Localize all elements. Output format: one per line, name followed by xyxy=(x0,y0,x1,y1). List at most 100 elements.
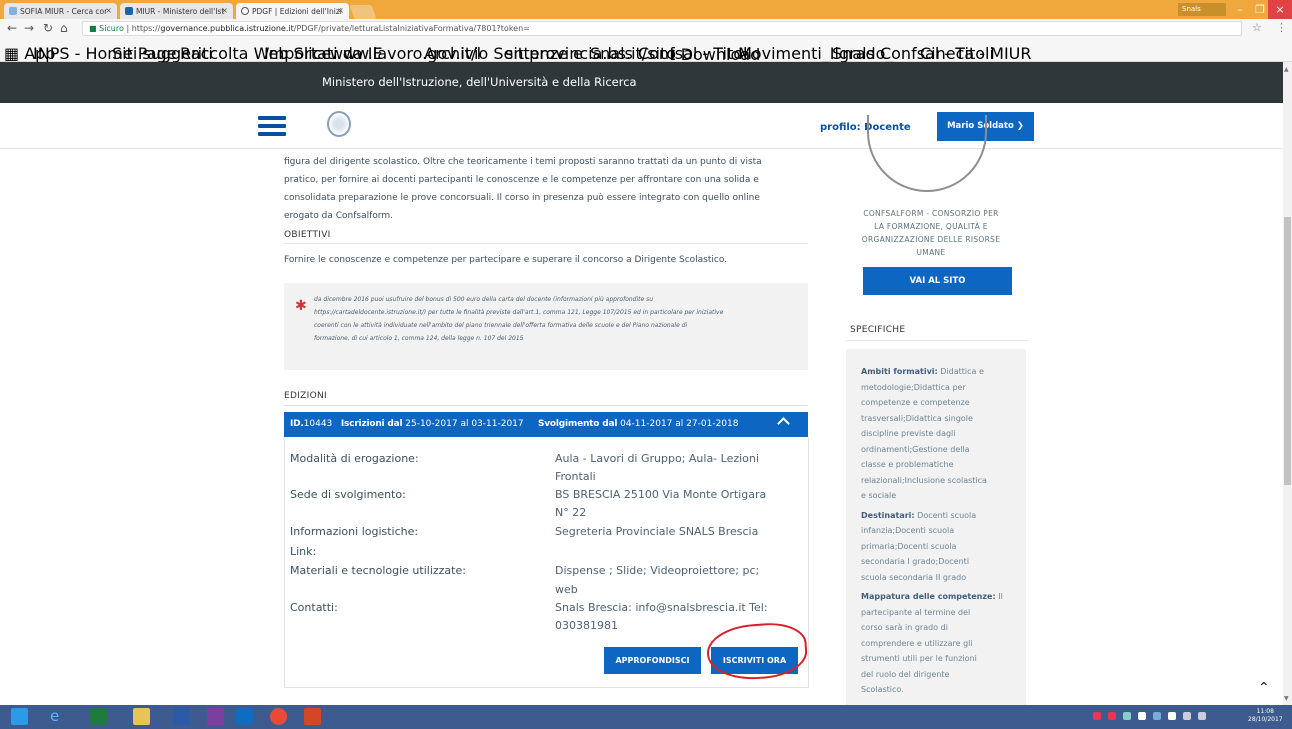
enrollment-to: 03-11-2017 xyxy=(471,419,524,429)
new-tab-button[interactable] xyxy=(349,5,377,19)
spec-label: Destinatari: xyxy=(861,510,915,520)
contacts-value[interactable]: Snals Brescia: info@snalsbrescia.it Tel: xyxy=(555,601,768,614)
chevron-down-icon: ❯ xyxy=(1013,121,1024,131)
browser-user-badge[interactable]: Snals xyxy=(1178,3,1226,16)
hamburger-menu-icon[interactable] xyxy=(258,116,286,136)
onenote-icon[interactable] xyxy=(207,708,224,725)
spec-line: secondaria I grado;Docenti xyxy=(861,557,969,566)
divider xyxy=(284,405,808,406)
home-icon[interactable]: ⌂ xyxy=(60,21,68,35)
word-icon[interactable] xyxy=(173,708,190,725)
file-explorer-icon[interactable] xyxy=(133,708,150,725)
apps-grid-icon: ▦ xyxy=(4,44,25,63)
spec-line: relazionali;Inclusione scolastica xyxy=(861,476,987,485)
close-tab-icon[interactable]: × xyxy=(105,6,112,15)
clock-time: 11:08 xyxy=(1256,708,1274,715)
browser-tab-miur[interactable]: MIUR - Ministero dell'Ist × xyxy=(120,3,233,19)
period-label: Svolgimento dal xyxy=(537,419,618,429)
description-line: figura del dirigente scolastico. Oltre c… xyxy=(284,157,762,167)
network-icon[interactable] xyxy=(1168,712,1176,720)
note-line-link[interactable]: https://cartadeldocente.istruzione.it/) … xyxy=(314,309,723,316)
spec-label: Mappatura delle competenze: xyxy=(861,592,996,601)
url-field[interactable]: ■ Sicuro | https://governance.pubblica.i… xyxy=(82,21,1242,36)
contacts-value: 030381981 xyxy=(555,619,618,632)
enrollment-from: 25-10-2017 xyxy=(405,419,458,429)
venue-value: N° 22 xyxy=(555,506,587,519)
excel-icon[interactable] xyxy=(90,708,107,725)
specs-heading: SPECIFICHE xyxy=(850,325,906,335)
tray-icon[interactable] xyxy=(1138,712,1146,720)
spec-text: trasversali;Didattica singole xyxy=(861,413,973,423)
outlook-icon[interactable] xyxy=(236,708,253,725)
spec-text: del ruolo del dirigente xyxy=(861,669,950,679)
republic-emblem-icon[interactable] xyxy=(327,111,351,137)
spec-text: Scolastico. xyxy=(861,685,904,694)
tray-icon[interactable] xyxy=(1153,712,1161,720)
scroll-up-icon[interactable]: ▲ xyxy=(1284,66,1289,73)
details-button[interactable]: APPROFONDISCI xyxy=(604,647,701,674)
tab-title: MIUR - Ministero dell'Ist xyxy=(136,7,225,16)
spec-text: comprendere e utilizzare gli xyxy=(861,638,973,648)
al-word: al xyxy=(460,419,469,429)
ministry-bar: Ministero dell'Istruzione, dell'Universi… xyxy=(0,62,1283,103)
tab-title: SOFIA MIUR - Cerca cor xyxy=(20,7,108,16)
contacts-label: Contatti: xyxy=(290,601,338,614)
back-arrow-icon[interactable]: ← xyxy=(7,21,17,35)
spec-line: Scolastico. xyxy=(861,685,904,694)
close-window-icon[interactable]: × xyxy=(1268,0,1292,19)
tray-icon[interactable] xyxy=(1108,712,1116,720)
scroll-down-icon[interactable]: ▼ xyxy=(1284,695,1289,702)
visit-site-button[interactable]: VAI AL SITO xyxy=(863,267,1012,295)
powerpoint-icon[interactable] xyxy=(304,708,321,725)
tray-icon[interactable] xyxy=(1123,712,1131,720)
flag-icon[interactable] xyxy=(1183,712,1191,720)
bookmark-star-icon[interactable]: ☆ xyxy=(1252,21,1262,34)
scrollbar-thumb[interactable] xyxy=(1284,217,1291,485)
note-line: coerenti con le attività individuate nel… xyxy=(314,322,688,329)
browser-menu-icon[interactable]: ⋮ xyxy=(1276,21,1287,34)
spec-line: corso sarà in grado di xyxy=(861,623,948,632)
back-to-top-icon[interactable]: ⌃ xyxy=(1258,680,1270,696)
spec-text: competenze e competenze xyxy=(861,398,970,407)
bookmark-item[interactable]: Cineca - MIUR xyxy=(920,44,1032,63)
spec-text: scuola secondaria II grado xyxy=(861,572,967,582)
sofia-favicon-icon xyxy=(9,7,17,15)
forward-arrow-icon[interactable]: → xyxy=(24,21,34,35)
url-scheme: https:// xyxy=(131,24,161,33)
note-line: formazione, di cui articolo 1, comma 124… xyxy=(314,335,524,342)
period-to: 27-01-2018 xyxy=(686,419,739,429)
spec-text: Didattica e xyxy=(937,367,984,376)
spec-text: primaria;Docenti scuola xyxy=(861,541,957,551)
browser-tab-sofia[interactable]: SOFIA MIUR - Cerca cor × xyxy=(4,3,117,19)
internet-explorer-icon[interactable]: e xyxy=(50,708,67,725)
enrollment-label: Iscrizioni dal xyxy=(340,419,403,429)
pdgf-favicon-icon xyxy=(241,7,249,15)
tray-icon[interactable] xyxy=(1093,712,1101,720)
spec-line: ordinamenti;Gestione della xyxy=(861,445,970,454)
edition-header[interactable]: ID.10443 Iscrizioni dal 25-10-2017 al 03… xyxy=(284,412,808,437)
venue-label: Sede di svolgimento: xyxy=(290,488,406,501)
spec-line: trasversali;Didattica singole xyxy=(861,414,973,423)
secure-label: Sicuro xyxy=(99,24,124,33)
volume-icon[interactable] xyxy=(1198,712,1206,720)
link-label: Link: xyxy=(290,545,317,558)
spec-text: e sociale xyxy=(861,491,897,500)
clock-date: 28/10/2017 xyxy=(1248,716,1283,723)
site-header xyxy=(0,103,1283,149)
browser-tab-pdgf[interactable]: PDGF | Edizioni dell'Inizi × xyxy=(236,3,349,19)
miur-favicon-icon xyxy=(125,7,133,15)
taskbar-clock[interactable]: 11:08 28/10/2017 xyxy=(1248,708,1283,724)
close-tab-icon[interactable]: × xyxy=(337,6,344,15)
edition-id: 10443 xyxy=(303,419,333,429)
description-line: erogato da Confsalform. xyxy=(284,211,393,221)
reload-icon[interactable]: ↻ xyxy=(43,21,53,35)
chrome-icon[interactable] xyxy=(270,708,287,725)
start-icon[interactable] xyxy=(11,708,28,725)
close-tab-icon[interactable]: × xyxy=(221,6,228,15)
screen: SOFIA MIUR - Cerca cor × MIUR - Minister… xyxy=(0,0,1292,729)
delivery-mode-label: Modalità di erogazione: xyxy=(290,452,419,465)
description-line: pratico, per fornire ai docenti partecip… xyxy=(284,175,759,185)
logistics-label: Informazioni logistiche: xyxy=(290,525,419,538)
divider xyxy=(284,243,808,244)
tab-title: PDGF | Edizioni dell'Inizi xyxy=(252,7,342,16)
